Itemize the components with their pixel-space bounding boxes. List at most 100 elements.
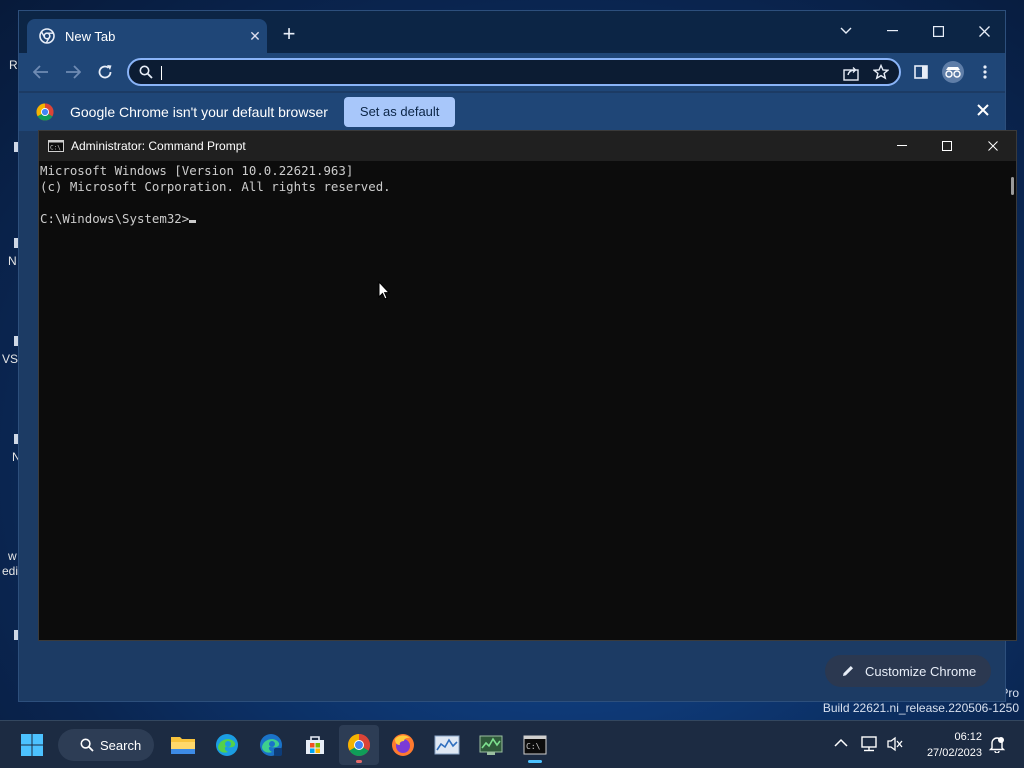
mouse-pointer-icon — [378, 281, 390, 300]
cmd-minimize-button[interactable] — [879, 131, 925, 161]
console-line: Microsoft Windows [Version 10.0.22621.96… — [40, 163, 354, 178]
avatar — [942, 61, 964, 83]
reload-icon — [98, 65, 112, 79]
running-indicator — [356, 760, 362, 763]
tab-search-button[interactable] — [823, 17, 869, 45]
desktop-label[interactable]: N — [8, 254, 17, 268]
svg-text:C:\: C:\ — [526, 742, 541, 751]
windows-watermark-build: Build 22621.ni_release.220506-1250 — [822, 701, 1019, 715]
desktop-label[interactable]: R — [9, 58, 18, 72]
taskbar-search-label: Search — [100, 737, 142, 753]
taskbar-search-button[interactable]: Search — [58, 729, 154, 761]
console-output[interactable]: Microsoft Windows [Version 10.0.22621.96… — [40, 163, 1000, 227]
svg-text:C:\: C:\ — [50, 145, 61, 152]
tab-new-tab[interactable]: New Tab ✕ — [27, 19, 267, 53]
cmd-title-bar[interactable]: C:\ Administrator: Command Prompt — [39, 131, 1016, 161]
edge-icon — [216, 734, 238, 756]
cmd-window-title: Administrator: Command Prompt — [71, 139, 246, 153]
profile-button[interactable] — [941, 60, 965, 84]
chrome-menu-button[interactable] — [973, 60, 997, 84]
taskbar-clock[interactable]: 06:12 27/02/2023 — [927, 729, 982, 761]
cmd-close-button[interactable] — [970, 131, 1016, 161]
clock-time: 06:12 — [954, 731, 982, 743]
close-icon[interactable] — [977, 104, 989, 116]
toolbar — [19, 53, 1005, 91]
pencil-icon — [843, 666, 853, 676]
tab-title: New Tab — [65, 28, 116, 44]
share-icon[interactable] — [843, 65, 859, 81]
taskbar-firefox[interactable] — [383, 725, 423, 765]
side-panel-icon — [914, 65, 928, 79]
search-icon — [139, 65, 153, 79]
volume-muted-icon — [887, 736, 903, 752]
chrome-icon — [348, 734, 370, 756]
volume-button[interactable] — [886, 736, 904, 757]
taskbar: Search C:\ 06:12 27/02/2023 — [0, 720, 1024, 768]
start-button[interactable] — [12, 725, 52, 765]
taskbar-edge[interactable] — [207, 725, 247, 765]
desktop-label[interactable]: edi — [2, 564, 18, 578]
command-prompt-icon: C:\ — [523, 735, 547, 755]
search-icon — [80, 738, 94, 752]
side-panel-button[interactable] — [909, 60, 933, 84]
notification-bell-icon — [988, 737, 1006, 754]
forward-button[interactable] — [61, 61, 85, 83]
default-browser-infobar: Google Chrome isn't your default browser… — [19, 93, 1005, 131]
edge-beta-icon — [260, 734, 282, 756]
incognito-glasses-icon — [945, 67, 961, 78]
taskbar-task-manager[interactable] — [471, 725, 511, 765]
taskbar-resource-monitor[interactable] — [427, 725, 467, 765]
taskbar-chrome[interactable] — [339, 725, 379, 765]
notification-center-button[interactable] — [988, 735, 1006, 758]
reload-button[interactable] — [93, 61, 117, 83]
desktop-label[interactable]: VS — [2, 352, 18, 366]
more-vertical-icon — [983, 65, 987, 79]
taskbar-edge-beta[interactable] — [251, 725, 291, 765]
bookmark-star-icon[interactable] — [873, 64, 889, 80]
arrow-right-icon — [66, 65, 81, 79]
maximize-icon — [932, 25, 944, 37]
network-button[interactable] — [860, 736, 878, 757]
chevron-down-icon — [840, 27, 852, 34]
close-window-button[interactable] — [961, 17, 1005, 45]
minimize-icon — [886, 30, 898, 32]
tab-close-icon[interactable]: ✕ — [243, 28, 267, 45]
minimize-icon — [897, 145, 907, 146]
running-indicator — [528, 760, 542, 763]
show-hidden-icons-button[interactable] — [834, 735, 848, 753]
set-as-default-button[interactable]: Set as default — [343, 97, 456, 127]
maximize-button[interactable] — [915, 17, 961, 45]
back-button[interactable] — [29, 61, 53, 83]
maximize-icon — [942, 141, 952, 151]
chrome-favicon-icon — [39, 28, 55, 44]
taskbar-microsoft-store[interactable] — [295, 725, 335, 765]
file-explorer-icon — [171, 737, 195, 754]
text-cursor — [189, 220, 197, 223]
cmd-app-icon: C:\ — [48, 140, 64, 152]
clock-date: 27/02/2023 — [926, 747, 982, 759]
chrome-logo-icon — [36, 103, 54, 121]
close-icon — [988, 141, 998, 151]
customize-chrome-button[interactable]: Customize Chrome — [825, 655, 991, 687]
new-tab-button[interactable]: + — [277, 23, 301, 47]
firefox-icon — [392, 734, 414, 756]
chevron-up-icon — [834, 738, 848, 747]
command-prompt-window: C:\ Administrator: Command Prompt Micros… — [38, 130, 1017, 641]
console-line: (c) Microsoft Corporation. All rights re… — [40, 179, 391, 194]
task-manager-icon — [479, 735, 503, 755]
omnibox[interactable] — [127, 58, 901, 86]
taskbar-file-explorer[interactable] — [163, 725, 203, 765]
customize-chrome-label: Customize Chrome — [865, 663, 977, 679]
taskbar-command-prompt[interactable]: C:\ — [515, 725, 555, 765]
windows-start-icon — [21, 734, 43, 756]
close-icon — [978, 25, 990, 37]
network-icon — [861, 736, 877, 752]
cmd-maximize-button[interactable] — [924, 131, 970, 161]
minimize-button[interactable] — [869, 17, 915, 45]
console-prompt-line: C:\Windows\System32> — [40, 211, 1000, 227]
resource-monitor-icon — [434, 735, 460, 755]
arrow-left-icon — [33, 65, 48, 79]
cmd-scrollbar[interactable] — [1011, 177, 1014, 195]
desktop-label[interactable]: w — [8, 549, 17, 563]
